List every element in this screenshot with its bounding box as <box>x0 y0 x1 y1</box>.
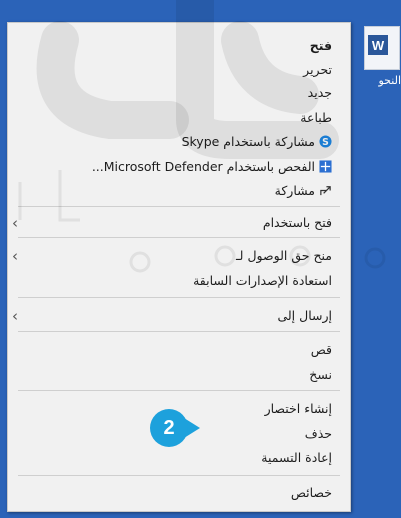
menu-item-share-skype[interactable]: S مشاركة باستخدام Skype <box>18 131 332 153</box>
menu-item-edit[interactable]: تحرير <box>18 59 332 81</box>
menu-item-share[interactable]: مشاركة <box>18 180 332 202</box>
separator <box>18 475 340 476</box>
menu-item-restore-versions[interactable]: استعادة الإصدارات السابقة <box>18 270 332 292</box>
menu-item-copy[interactable]: نسخ <box>18 364 332 386</box>
separator <box>18 390 340 391</box>
menu-item-print[interactable]: طباعة <box>18 107 332 129</box>
skype-icon: S <box>319 135 332 148</box>
svg-text:S: S <box>322 137 329 148</box>
menu-item-cut[interactable]: قص <box>18 339 332 361</box>
word-file-icon[interactable]: W النحو <box>350 22 401 92</box>
share-label: مشاركة <box>274 183 315 198</box>
chevron-left-icon: ‹ <box>12 307 18 325</box>
menu-item-rename[interactable]: إعادة التسمية <box>18 447 332 469</box>
share-skype-label: مشاركة باستخدام Skype <box>181 134 315 149</box>
menu-item-open-with[interactable]: فتح باستخدام <box>18 212 332 234</box>
word-badge: W <box>368 35 388 55</box>
separator <box>18 297 340 298</box>
menu-item-properties[interactable]: خصائص <box>18 482 332 504</box>
step-callout: 2 <box>150 409 188 447</box>
separator <box>18 237 340 238</box>
chevron-left-icon: ‹ <box>12 214 18 232</box>
menu-item-new[interactable]: جديد <box>18 82 332 104</box>
share-icon <box>320 186 331 196</box>
menu-item-give-access[interactable]: منح حق الوصول لـ <box>18 245 332 267</box>
chevron-left-icon: ‹ <box>12 247 18 265</box>
menu-item-send-to[interactable]: إرسال إلى <box>18 305 332 327</box>
scan-defender-label: الفحص باستخدام Microsoft Defender... <box>91 159 315 174</box>
menu-item-open[interactable]: فتح <box>18 35 332 57</box>
separator <box>18 331 340 332</box>
defender-icon <box>319 160 332 173</box>
menu-item-scan-defender[interactable]: الفحص باستخدام Microsoft Defender... <box>18 156 332 178</box>
file-caption: النحو <box>378 74 401 87</box>
separator <box>18 206 340 207</box>
